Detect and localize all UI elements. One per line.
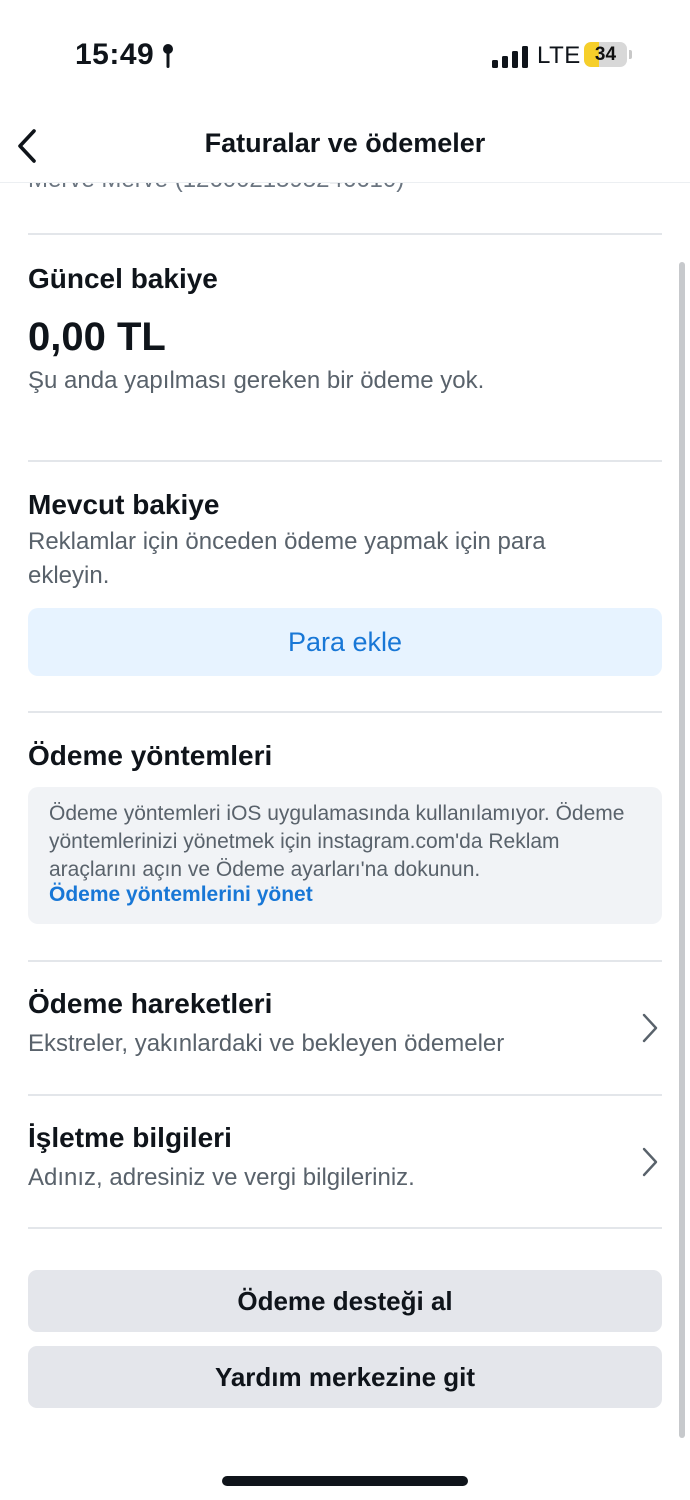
location-icon bbox=[163, 44, 173, 68]
home-indicator[interactable] bbox=[222, 1476, 468, 1486]
divider bbox=[28, 1094, 662, 1096]
battery-level: 34 bbox=[594, 44, 617, 65]
chevron-right-icon bbox=[642, 1013, 658, 1043]
current-balance-amount: 0,00 TL bbox=[28, 315, 166, 359]
help-center-button[interactable]: Yardım merkezine git bbox=[28, 1346, 662, 1408]
battery-icon: 34 bbox=[584, 42, 632, 69]
row-title: Ödeme hareketleri bbox=[28, 988, 273, 1019]
signal-icon bbox=[492, 46, 528, 68]
available-balance-title: Mevcut bakiye bbox=[28, 489, 220, 520]
payment-methods-info-box: Ödeme yöntemleri iOS uygulamasında kulla… bbox=[28, 787, 662, 924]
add-funds-button[interactable]: Para ekle bbox=[28, 608, 662, 676]
divider bbox=[28, 711, 662, 713]
row-subtitle: Ekstreler, yakınlardaki ve bekleyen ödem… bbox=[28, 1030, 505, 1057]
divider bbox=[28, 460, 662, 462]
status-time: 15:49 bbox=[75, 38, 155, 71]
divider bbox=[28, 233, 662, 235]
payment-methods-title: Ödeme yöntemleri bbox=[28, 740, 273, 771]
current-balance-title: Güncel bakiye bbox=[28, 263, 218, 294]
nav-bar: Faturalar ve ödemeler bbox=[0, 110, 690, 183]
chevron-right-icon bbox=[642, 1147, 658, 1177]
row-title: İşletme bilgileri bbox=[28, 1122, 232, 1153]
divider bbox=[28, 1227, 662, 1229]
available-balance-description: Reklamlar için önceden ödeme yapmak için… bbox=[28, 528, 546, 589]
business-info-row[interactable]: İşletme bilgileri Adınız, adresiniz ve v… bbox=[0, 1122, 690, 1242]
current-balance-note: Şu anda yapılması gereken bir ödeme yok. bbox=[28, 367, 485, 394]
page-title: Faturalar ve ödemeler bbox=[204, 128, 486, 158]
divider bbox=[28, 960, 662, 962]
payment-support-button[interactable]: Ödeme desteği al bbox=[28, 1270, 662, 1332]
network-type: LTE bbox=[537, 42, 581, 69]
row-subtitle: Adınız, adresiniz ve vergi bilgileriniz. bbox=[28, 1164, 415, 1191]
scrollbar[interactable] bbox=[679, 262, 685, 1438]
manage-payment-methods-link[interactable]: Ödeme yöntemlerini yönet bbox=[49, 883, 313, 907]
battery-cap bbox=[629, 50, 632, 59]
status-bar: 15:49 LTE 34 bbox=[0, 0, 690, 110]
payment-methods-info: Ödeme yöntemleri iOS uygulamasında kulla… bbox=[49, 802, 625, 881]
battery-body: 34 bbox=[584, 42, 627, 67]
payment-activity-row[interactable]: Ödeme hareketleri Ekstreler, yakınlardak… bbox=[0, 988, 690, 1108]
